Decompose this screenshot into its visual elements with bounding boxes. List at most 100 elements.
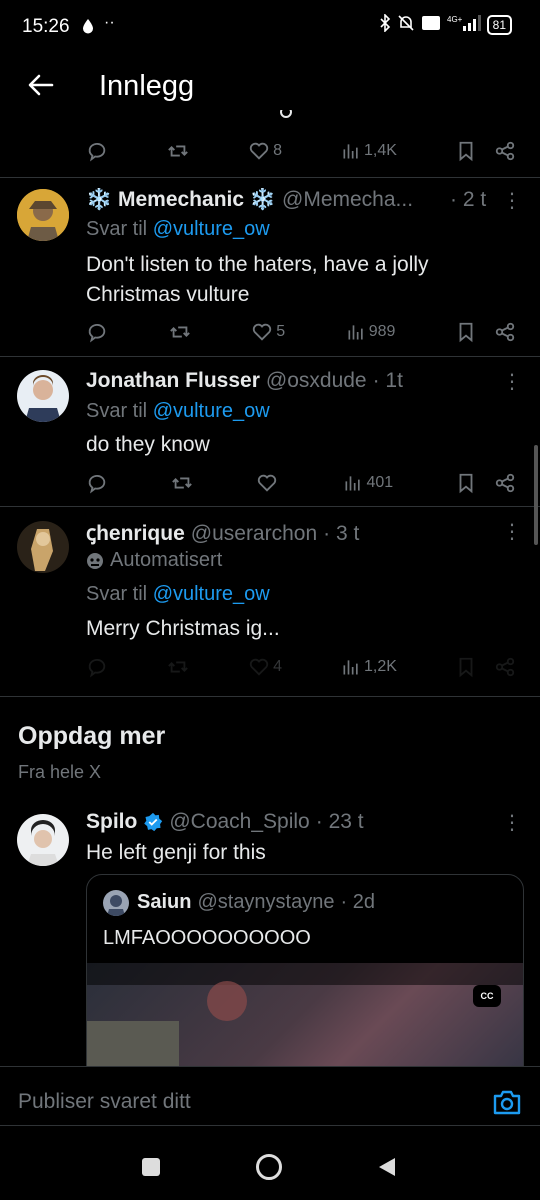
status-icons: 4G+ 81: [379, 13, 512, 35]
divider: [0, 696, 540, 697]
like-count: 8: [273, 142, 282, 159]
bookmark-share-group: [456, 472, 516, 494]
views-icon: [343, 660, 358, 675]
tweet-henrique[interactable]: ꞔhenrique @userarchon · 3 t ⋮ Automatise…: [0, 507, 540, 695]
share-icon[interactable]: [494, 656, 516, 678]
more-notifications-icon: ··: [104, 14, 115, 31]
quote-avatar[interactable]: [103, 890, 129, 916]
like-count: 5: [276, 323, 286, 340]
heart-icon: [253, 323, 272, 341]
retweet-button[interactable]: [169, 321, 191, 343]
reply-to-line: Svar til @vulture_ow: [86, 583, 270, 606]
author-handle[interactable]: @userarchon: [191, 522, 317, 546]
home-button[interactable]: [256, 1154, 282, 1180]
closed-captions-icon[interactable]: CC: [473, 985, 501, 1007]
post-time: · 1t: [372, 369, 403, 392]
reply-input[interactable]: Publiser svaret ditt: [18, 1090, 191, 1114]
volte-icon: [421, 14, 441, 35]
reply-to-user-link[interactable]: @vulture_ow: [153, 218, 270, 240]
like-button[interactable]: 8: [248, 140, 282, 162]
reply-prefix: Svar til: [86, 583, 153, 605]
reply-button[interactable]: [86, 321, 108, 343]
author-name[interactable]: Jonathan Flusser: [86, 369, 260, 393]
quoted-tweet[interactable]: Saiun @staynystayne · 2d LMFAOOOOOOOOOO …: [86, 874, 524, 1066]
reply-icon: [88, 142, 106, 162]
automated-text: Automatisert: [110, 549, 223, 571]
more-options-icon[interactable]: ⋮: [502, 191, 522, 211]
views-icon: [345, 476, 361, 491]
view-count: 989: [368, 323, 396, 340]
more-options-icon[interactable]: ⋮: [502, 522, 522, 542]
author-name[interactable]: ꞔhenrique: [86, 519, 185, 547]
view-count: 1,4K: [364, 142, 397, 159]
retweet-icon: [168, 661, 188, 673]
share-icon[interactable]: [494, 472, 516, 494]
views-button[interactable]: 1,4K: [341, 141, 397, 161]
avatar[interactable]: [17, 189, 69, 241]
quote-author-name[interactable]: Saiun: [137, 891, 191, 914]
video-frame-blob: [207, 981, 247, 1021]
author-handle[interactable]: @Coach_Spilo: [169, 810, 309, 834]
bluetooth-icon: [379, 13, 391, 35]
bookmark-icon[interactable]: [456, 472, 476, 494]
author-name[interactable]: Spilo: [86, 810, 137, 834]
like-button[interactable]: 5: [251, 321, 285, 343]
share-icon[interactable]: [494, 321, 516, 343]
retweet-button[interactable]: [171, 472, 193, 494]
author-name[interactable]: ❄️ Memechanic ❄️: [86, 188, 276, 212]
bookmark-icon[interactable]: [456, 656, 476, 678]
like-button[interactable]: 4: [248, 656, 282, 678]
like-button[interactable]: [256, 472, 281, 494]
quote-post-time: · 2d: [340, 891, 375, 913]
camera-icon[interactable]: [492, 1088, 522, 1121]
tweet-actions: 4 1,2K: [86, 653, 516, 681]
retweet-button[interactable]: [167, 140, 189, 162]
tweet-actions: 8 1,4K: [86, 137, 516, 165]
reply-icon: [88, 658, 106, 678]
view-count: 401: [366, 474, 394, 491]
heart-icon: [257, 474, 276, 492]
quote-author-handle[interactable]: @staynystayne: [197, 891, 334, 914]
author-handle[interactable]: @Memecha...: [282, 188, 413, 212]
heart-icon: [249, 142, 269, 160]
recents-button[interactable]: [142, 1158, 160, 1176]
reply-icon: [88, 323, 106, 343]
post-time: · 3 t: [323, 522, 360, 545]
views-button[interactable]: 1,2K: [341, 657, 397, 677]
quote-text: LMFAOOOOOOOOOO: [103, 927, 311, 949]
avatar[interactable]: [17, 521, 69, 573]
more-options-icon[interactable]: ⋮: [502, 813, 522, 833]
bookmark-icon[interactable]: [456, 140, 476, 162]
views-button[interactable]: 989: [346, 322, 396, 342]
share-icon[interactable]: [494, 140, 516, 162]
video-webcam-overlay: [87, 1021, 179, 1066]
like-count: 4: [273, 658, 282, 675]
retweet-icon: [169, 326, 190, 338]
reply-button[interactable]: [86, 656, 108, 678]
tweet-jonathan[interactable]: Jonathan Flusser @osxdude · 1t ⋮ Svar ti…: [0, 357, 540, 505]
reply-button[interactable]: [86, 140, 108, 162]
back-button[interactable]: [377, 1156, 397, 1183]
quote-video[interactable]: CC: [87, 963, 523, 1066]
avatar[interactable]: [17, 814, 69, 866]
tweet-memechanic[interactable]: ❄️ Memechanic ❄️ @Memecha... · 2 t ⋮ Sva…: [0, 178, 540, 356]
bookmark-icon[interactable]: [456, 321, 476, 343]
bookmark-share-group: [456, 656, 516, 678]
reply-to-user-link[interactable]: @vulture_ow: [153, 400, 270, 422]
reply-compose-bar: Publiser svaret ditt: [0, 1066, 540, 1126]
author-handle[interactable]: @osxdude: [266, 369, 367, 393]
divider: [0, 1125, 540, 1126]
avatar[interactable]: [17, 370, 69, 422]
back-arrow-icon[interactable]: [26, 70, 56, 100]
tweet-text-line: Christmas vulture: [86, 283, 250, 306]
more-options-icon[interactable]: ⋮: [502, 372, 522, 392]
views-button[interactable]: 401: [343, 473, 393, 493]
reply-prefix: Svar til: [86, 218, 153, 240]
bookmark-share-group: [456, 140, 516, 162]
retweet-button[interactable]: [167, 656, 189, 678]
mute-icon: [397, 14, 415, 35]
reply-to-user-link[interactable]: @vulture_ow: [153, 583, 270, 605]
reply-button[interactable]: [86, 472, 108, 494]
tweet-spilo[interactable]: Spilo @Coach_Spilo · 23 t ⋮ He left genj…: [0, 800, 540, 1066]
battery-icon: 81: [486, 14, 512, 35]
